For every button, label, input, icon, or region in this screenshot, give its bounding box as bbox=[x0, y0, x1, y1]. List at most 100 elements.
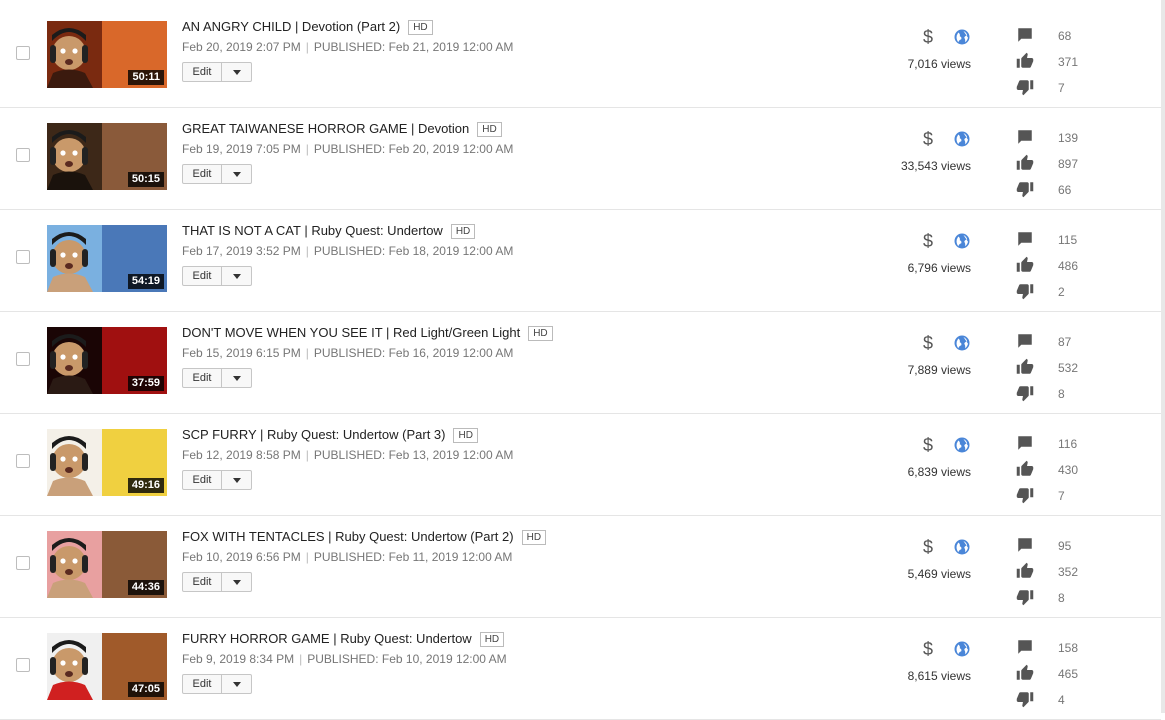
video-dates: Feb 20, 2019 2:07 PM | PUBLISHED: Feb 21, … bbox=[182, 40, 513, 54]
dollar-icon[interactable]: $ bbox=[920, 333, 936, 353]
video-title[interactable]: SCP FURRY | Ruby Quest: Undertow (Part 3… bbox=[182, 427, 478, 443]
video-duration: 50:11 bbox=[128, 70, 164, 85]
edit-button[interactable]: Edit bbox=[183, 267, 222, 285]
hd-badge: HD bbox=[453, 428, 478, 443]
hd-badge: HD bbox=[477, 122, 502, 137]
thumbs-down-icon[interactable] bbox=[1016, 384, 1034, 402]
edit-button-group: Edit bbox=[182, 674, 252, 694]
thumbs-up-icon[interactable] bbox=[1016, 460, 1034, 478]
edit-menu-button[interactable] bbox=[222, 369, 251, 387]
publish-date: PUBLISHED: Feb 18, 2019 12:00 AM bbox=[313, 244, 514, 258]
thumbs-up-icon[interactable] bbox=[1016, 154, 1034, 172]
globe-icon[interactable] bbox=[953, 334, 971, 352]
row-checkbox[interactable] bbox=[16, 148, 30, 162]
view-count: 7,889 views bbox=[907, 363, 971, 377]
video-title[interactable]: AN ANGRY CHILD | Devotion (Part 2) HD bbox=[182, 19, 433, 35]
edit-button[interactable]: Edit bbox=[183, 471, 222, 489]
video-title-text[interactable]: THAT IS NOT A CAT | Ruby Quest: Undertow bbox=[182, 223, 443, 238]
upload-date: Feb 17, 2019 3:52 PM bbox=[182, 244, 301, 258]
date-separator: | bbox=[305, 142, 309, 156]
dollar-icon[interactable]: $ bbox=[920, 27, 936, 47]
dollar-icon[interactable]: $ bbox=[920, 537, 936, 557]
like-count: 532 bbox=[1058, 361, 1079, 375]
edit-button[interactable]: Edit bbox=[183, 369, 222, 387]
video-title[interactable]: FOX WITH TENTACLES | Ruby Quest: Underto… bbox=[182, 529, 547, 545]
video-title-text[interactable]: DON'T MOVE WHEN YOU SEE IT | Red Light/G… bbox=[182, 325, 520, 340]
video-title[interactable]: DON'T MOVE WHEN YOU SEE IT | Red Light/G… bbox=[182, 325, 553, 341]
edit-menu-button[interactable] bbox=[222, 63, 251, 81]
thumbs-up-icon[interactable] bbox=[1016, 52, 1034, 70]
dislike-count: 7 bbox=[1058, 81, 1065, 95]
edit-menu-button[interactable] bbox=[222, 267, 251, 285]
edit-menu-button[interactable] bbox=[222, 573, 251, 591]
video-title[interactable]: FURRY HORROR GAME | Ruby Quest: Undertow… bbox=[182, 631, 505, 647]
row-checkbox[interactable] bbox=[16, 46, 30, 60]
video-thumbnail[interactable]: 50:11 bbox=[47, 21, 167, 88]
video-title-text[interactable]: SCP FURRY | Ruby Quest: Undertow (Part 3… bbox=[182, 427, 445, 442]
globe-icon[interactable] bbox=[953, 130, 971, 148]
video-row: 47:05 FURRY HORROR GAME | Ruby Quest: Un… bbox=[0, 618, 1161, 720]
scrollbar[interactable] bbox=[1161, 0, 1165, 713]
video-row: 49:16 SCP FURRY | Ruby Quest: Undertow (… bbox=[0, 414, 1161, 516]
video-title-text[interactable]: GREAT TAIWANESE HORROR GAME | Devotion bbox=[182, 121, 469, 136]
video-title[interactable]: GREAT TAIWANESE HORROR GAME | Devotion HD bbox=[182, 121, 502, 137]
edit-menu-button[interactable] bbox=[222, 675, 251, 693]
row-checkbox[interactable] bbox=[16, 352, 30, 366]
dollar-icon[interactable]: $ bbox=[920, 129, 936, 149]
thumbs-up-icon[interactable] bbox=[1016, 664, 1034, 682]
dislike-count: 66 bbox=[1058, 183, 1072, 197]
globe-icon[interactable] bbox=[953, 538, 971, 556]
edit-button[interactable]: Edit bbox=[183, 573, 222, 591]
edit-button[interactable]: Edit bbox=[183, 675, 222, 693]
comment-icon bbox=[1018, 538, 1032, 552]
thumbs-down-icon[interactable] bbox=[1016, 486, 1034, 504]
like-count: 465 bbox=[1058, 667, 1079, 681]
thumbs-down-icon[interactable] bbox=[1016, 78, 1034, 96]
chevron-down-icon bbox=[232, 477, 241, 483]
video-thumbnail[interactable]: 44:36 bbox=[47, 531, 167, 598]
globe-icon[interactable] bbox=[953, 232, 971, 250]
dollar-icon[interactable]: $ bbox=[920, 231, 936, 251]
edit-menu-button[interactable] bbox=[222, 165, 251, 183]
video-title-text[interactable]: AN ANGRY CHILD | Devotion (Part 2) bbox=[182, 19, 400, 34]
thumbs-up-icon[interactable] bbox=[1016, 256, 1034, 274]
thumbs-down-icon[interactable] bbox=[1016, 282, 1034, 300]
comment-count: 115 bbox=[1058, 233, 1078, 247]
row-checkbox[interactable] bbox=[16, 658, 30, 672]
video-title[interactable]: THAT IS NOT A CAT | Ruby Quest: Undertow… bbox=[182, 223, 476, 239]
edit-button[interactable]: Edit bbox=[183, 63, 222, 81]
date-separator: | bbox=[305, 550, 309, 564]
thumbs-down-icon[interactable] bbox=[1016, 690, 1034, 708]
edit-button-group: Edit bbox=[182, 572, 252, 592]
video-thumbnail[interactable]: 47:05 bbox=[47, 633, 167, 700]
globe-icon[interactable] bbox=[953, 436, 971, 454]
video-thumbnail[interactable]: 49:16 bbox=[47, 429, 167, 496]
row-checkbox[interactable] bbox=[16, 556, 30, 570]
row-checkbox[interactable] bbox=[16, 454, 30, 468]
dollar-icon[interactable]: $ bbox=[920, 639, 936, 659]
comment-icon bbox=[1018, 232, 1032, 246]
video-duration: 44:36 bbox=[127, 580, 164, 595]
thumbs-down-icon[interactable] bbox=[1016, 180, 1034, 198]
video-thumbnail[interactable]: 50:15 bbox=[47, 123, 167, 190]
video-duration: 49:16 bbox=[127, 478, 164, 493]
thumbs-up-icon[interactable] bbox=[1016, 358, 1034, 376]
comment-icon bbox=[1018, 640, 1032, 654]
dollar-icon[interactable]: $ bbox=[920, 435, 936, 455]
like-count: 897 bbox=[1058, 157, 1079, 171]
thumbs-up-icon[interactable] bbox=[1016, 562, 1034, 580]
video-thumbnail[interactable]: 37:59 bbox=[47, 327, 167, 394]
video-title-text[interactable]: FURRY HORROR GAME | Ruby Quest: Undertow bbox=[182, 631, 472, 646]
globe-icon[interactable] bbox=[953, 640, 971, 658]
view-count: 6,839 views bbox=[907, 465, 971, 479]
date-separator: | bbox=[305, 40, 309, 54]
video-thumbnail[interactable]: 54:19 bbox=[47, 225, 167, 292]
date-separator: | bbox=[299, 652, 303, 666]
date-separator: | bbox=[305, 448, 309, 462]
edit-button[interactable]: Edit bbox=[183, 165, 222, 183]
row-checkbox[interactable] bbox=[16, 250, 30, 264]
video-title-text[interactable]: FOX WITH TENTACLES | Ruby Quest: Underto… bbox=[182, 529, 514, 544]
edit-menu-button[interactable] bbox=[222, 471, 251, 489]
thumbs-down-icon[interactable] bbox=[1016, 588, 1034, 606]
globe-icon[interactable] bbox=[953, 28, 971, 46]
